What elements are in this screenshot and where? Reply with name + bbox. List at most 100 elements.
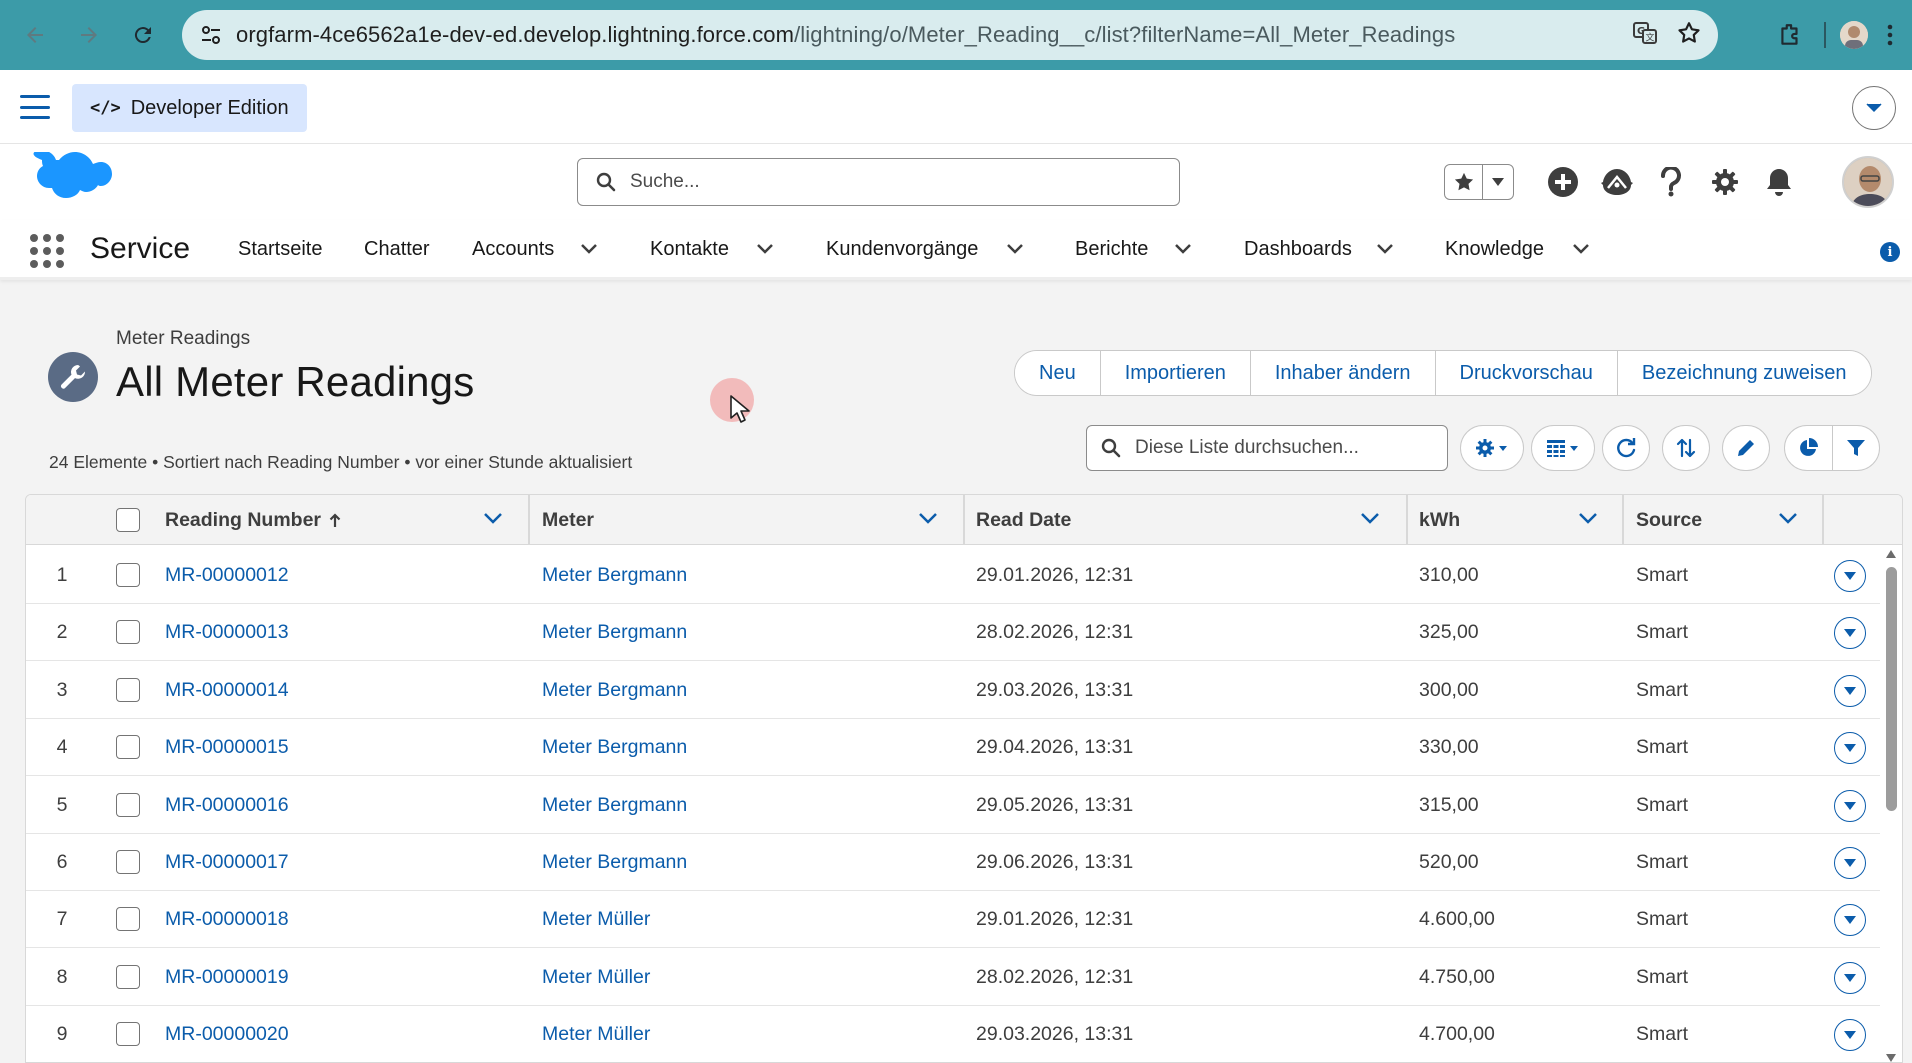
assign-label-button[interactable]: Bezeichnung zuweisen: [1617, 351, 1871, 395]
extensions-icon[interactable]: [1770, 22, 1810, 48]
row-select-checkbox[interactable]: [116, 563, 140, 587]
scroll-up-arrow-icon[interactable]: [1885, 549, 1897, 559]
row-actions-button[interactable]: [1834, 904, 1866, 937]
refresh-button[interactable]: [1602, 425, 1650, 471]
reading-number-link[interactable]: MR-00000016: [165, 777, 289, 834]
column-header-reading-number[interactable]: Reading Number: [165, 495, 341, 545]
nav-item-chatter[interactable]: Chatter: [364, 238, 430, 261]
reading-number-link[interactable]: MR-00000012: [165, 547, 289, 604]
kwh-column-menu-icon[interactable]: [1578, 511, 1598, 530]
reading-number-link[interactable]: MR-00000020: [165, 1006, 289, 1062]
row-actions-button[interactable]: [1834, 789, 1866, 822]
chrome-menu-icon[interactable]: [1868, 24, 1912, 46]
new-button[interactable]: Neu: [1015, 351, 1101, 395]
salesforce-logo[interactable]: [22, 150, 112, 219]
source-column-menu-icon[interactable]: [1778, 511, 1798, 530]
row-actions-button[interactable]: [1834, 617, 1866, 650]
meter-link[interactable]: Meter Bergmann: [542, 604, 687, 661]
row-actions-button[interactable]: [1834, 1019, 1866, 1052]
meter-link[interactable]: Meter Müller: [542, 1006, 650, 1062]
app-launcher-icon[interactable]: [30, 234, 64, 268]
row-select-checkbox[interactable]: [116, 735, 140, 760]
profile-avatar[interactable]: [1840, 21, 1868, 49]
knowledge-chevron-down-icon[interactable]: [1572, 242, 1590, 260]
reading-number-link[interactable]: MR-00000019: [165, 949, 289, 1006]
global-search-box[interactable]: [577, 158, 1180, 206]
reading-number-link[interactable]: MR-00000015: [165, 719, 289, 776]
trailhead-icon[interactable]: [1590, 167, 1644, 197]
reading-number-link[interactable]: MR-00000018: [165, 891, 289, 948]
nav-item-kontakte[interactable]: Kontakte: [650, 238, 729, 261]
nav-item-kundenvorgaenge[interactable]: Kundenvorgänge: [826, 238, 978, 261]
dashboards-chevron-down-icon[interactable]: [1376, 242, 1394, 260]
row-actions-button[interactable]: [1834, 961, 1866, 994]
kundenvorgaenge-chevron-down-icon[interactable]: [1006, 242, 1024, 260]
select-all-checkbox[interactable]: [116, 508, 140, 532]
column-header-meter[interactable]: Meter: [542, 495, 594, 545]
sort-button[interactable]: [1662, 425, 1710, 471]
notifications-bell-icon[interactable]: [1752, 167, 1806, 197]
column-divider[interactable]: [1406, 495, 1408, 545]
row-select-checkbox[interactable]: [116, 1022, 140, 1047]
meter-link[interactable]: Meter Bergmann: [542, 662, 687, 719]
help-icon[interactable]: [1644, 167, 1698, 197]
column-divider[interactable]: [963, 495, 965, 545]
bookmark-star-icon[interactable]: [1676, 20, 1702, 51]
meter-link[interactable]: Meter Bergmann: [542, 834, 687, 891]
list-search-input[interactable]: [1135, 437, 1435, 459]
meter-link[interactable]: Meter Bergmann: [542, 547, 687, 604]
meter-link[interactable]: Meter Müller: [542, 949, 650, 1006]
forward-icon[interactable]: [62, 0, 116, 70]
column-divider[interactable]: [1622, 495, 1624, 545]
accounts-chevron-down-icon[interactable]: [580, 242, 598, 260]
read-date-column-menu-icon[interactable]: [1360, 511, 1380, 530]
nav-item-startseite[interactable]: Startseite: [238, 238, 322, 261]
favorites-dropdown-icon[interactable]: [1483, 165, 1513, 199]
list-view-title[interactable]: All Meter Readings: [116, 358, 474, 406]
meter-link[interactable]: Meter Bergmann: [542, 777, 687, 834]
address-bar[interactable]: orgfarm-4ce6562a1e-dev-ed.develop.lightn…: [182, 10, 1718, 60]
list-controls-gear-button[interactable]: [1460, 425, 1524, 471]
table-scrollbar[interactable]: [1880, 547, 1902, 1063]
row-select-checkbox[interactable]: [116, 620, 140, 645]
row-actions-button[interactable]: [1834, 847, 1866, 879]
nav-item-accounts[interactable]: Accounts: [472, 238, 554, 261]
reload-icon[interactable]: [116, 0, 170, 70]
column-divider[interactable]: [1822, 495, 1824, 545]
row-select-checkbox[interactable]: [116, 850, 140, 874]
berichte-chevron-down-icon[interactable]: [1174, 242, 1192, 260]
meter-link[interactable]: Meter Müller: [542, 891, 650, 948]
user-avatar[interactable]: [1842, 156, 1894, 208]
scrollbar-thumb[interactable]: [1886, 567, 1897, 811]
hamburger-menu-icon[interactable]: [20, 95, 50, 119]
reading-number-link[interactable]: MR-00000013: [165, 604, 289, 661]
list-search-box[interactable]: [1086, 425, 1448, 471]
meter-column-menu-icon[interactable]: [918, 511, 938, 530]
import-button[interactable]: Importieren: [1100, 351, 1251, 395]
filter-button[interactable]: [1833, 426, 1880, 470]
change-owner-button[interactable]: Inhaber ändern: [1250, 351, 1436, 395]
row-select-checkbox[interactable]: [116, 792, 140, 817]
charts-button[interactable]: [1785, 426, 1833, 470]
row-actions-button[interactable]: [1834, 732, 1866, 765]
row-select-checkbox[interactable]: [116, 907, 140, 932]
nav-item-berichte[interactable]: Berichte: [1075, 238, 1148, 261]
developer-edition-badge[interactable]: </> Developer Edition: [72, 84, 307, 132]
nav-item-dashboards[interactable]: Dashboards: [1244, 238, 1352, 261]
info-icon[interactable]: i: [1880, 242, 1900, 262]
back-icon[interactable]: [8, 0, 62, 70]
row-select-checkbox[interactable]: [116, 677, 140, 702]
inline-edit-button[interactable]: [1722, 425, 1770, 471]
column-header-kwh[interactable]: kWh: [1419, 495, 1460, 545]
display-as-table-button[interactable]: [1531, 425, 1595, 471]
row-select-checkbox[interactable]: [116, 964, 140, 989]
devbar-dropdown-button[interactable]: [1852, 86, 1896, 130]
global-create-icon[interactable]: [1536, 166, 1590, 198]
translate-icon[interactable]: G文: [1632, 20, 1658, 51]
row-actions-button[interactable]: [1834, 560, 1866, 592]
meter-link[interactable]: Meter Bergmann: [542, 719, 687, 776]
column-header-read-date[interactable]: Read Date: [976, 495, 1071, 545]
scroll-down-arrow-icon[interactable]: [1885, 1053, 1897, 1063]
row-actions-button[interactable]: [1834, 674, 1866, 707]
column-header-source[interactable]: Source: [1636, 495, 1702, 545]
